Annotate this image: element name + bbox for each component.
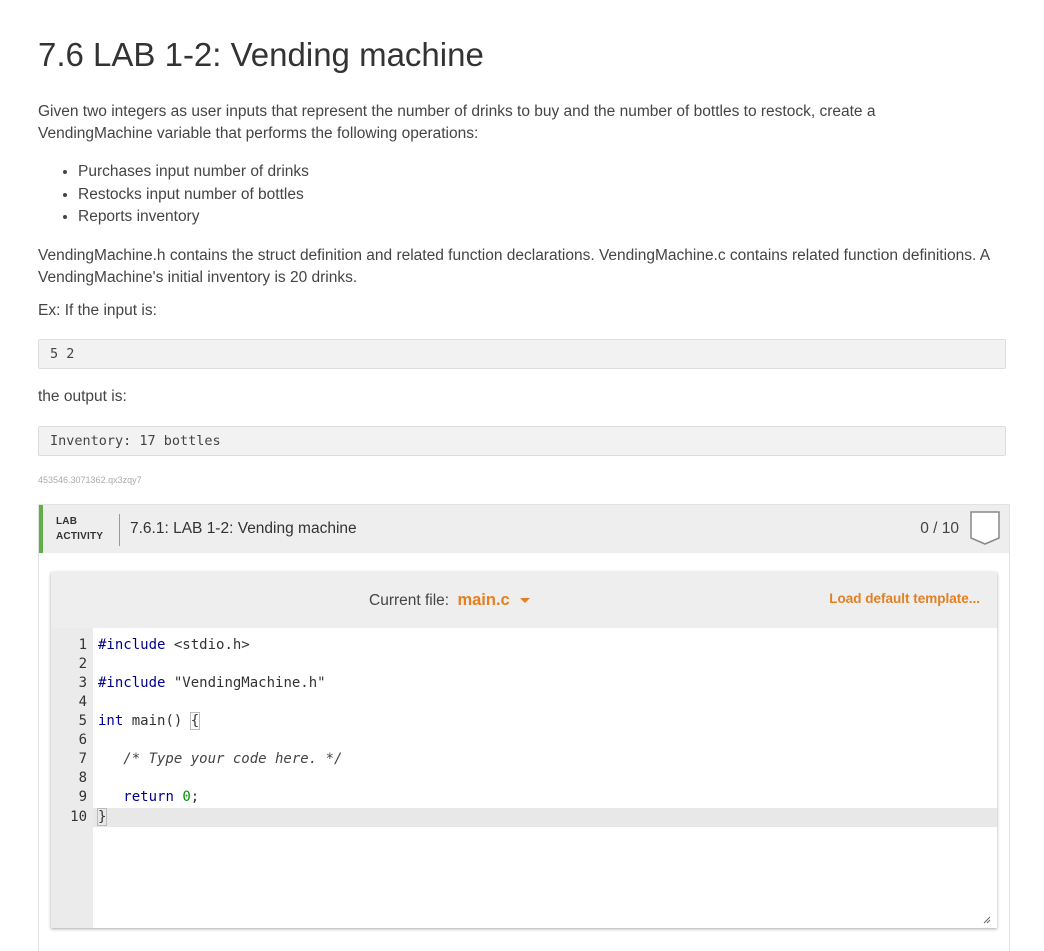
code-editor: Current file: main.c Load default templa… xyxy=(51,572,997,928)
editor-toolbar: Current file: main.c Load default templa… xyxy=(51,572,997,628)
line-number: 3 xyxy=(78,675,87,691)
lab-title: 7.6.1: LAB 1-2: Vending machine xyxy=(130,520,357,537)
current-file-name: main.c xyxy=(457,591,510,609)
lab-tag-line2: ACTIVITY xyxy=(56,531,104,542)
lab-score: 0 / 10 xyxy=(920,520,959,537)
code-line-9: return 0; xyxy=(123,789,200,805)
code-line-3: #include "VendingMachine.h" xyxy=(98,675,326,691)
current-file-selector[interactable]: Current file: main.c xyxy=(369,591,531,610)
completion-badge-icon xyxy=(970,511,1000,545)
resize-handle-icon[interactable] xyxy=(983,916,991,924)
example-output-label: the output is: xyxy=(38,388,127,405)
example-input-box: 5 2 xyxy=(38,339,1006,369)
code-line-10: } xyxy=(96,808,108,826)
activity-identifier: 453546.3071362.qx3zqy7 xyxy=(38,475,142,485)
description-text: VendingMachine.h contains the struct def… xyxy=(38,247,990,286)
lab-activity: LAB ACTIVITY 7.6.1: LAB 1-2: Vending mac… xyxy=(38,504,1010,951)
lab-header: LAB ACTIVITY 7.6.1: LAB 1-2: Vending mac… xyxy=(39,505,1009,553)
example-input-label: Ex: If the input is: xyxy=(38,302,157,319)
code-line-7: /* Type your code here. */ xyxy=(98,751,343,767)
line-number: 7 xyxy=(78,751,87,767)
list-item: Purchases input number of drinks xyxy=(78,161,309,184)
lab-header-divider xyxy=(119,514,120,546)
list-item: Restocks input number of bottles xyxy=(78,184,309,207)
line-number: 1 xyxy=(78,637,87,653)
line-number: 10 xyxy=(70,809,87,825)
operations-list: Purchases input number of drinks Restock… xyxy=(38,161,309,229)
lab-tag-line1: LAB xyxy=(56,516,78,527)
lab-activity-tag: LAB ACTIVITY xyxy=(56,514,103,544)
code-line-1: #include <stdio.h> xyxy=(98,637,250,653)
page-title: 7.6 LAB 1-2: Vending machine xyxy=(38,36,484,73)
chevron-down-icon xyxy=(520,598,531,604)
line-number: 2 xyxy=(78,656,87,672)
line-number: 9 xyxy=(78,789,87,805)
line-number: 4 xyxy=(78,694,87,710)
line-number: 6 xyxy=(78,732,87,748)
list-item: Reports inventory xyxy=(78,206,309,229)
line-number: 5 xyxy=(78,713,87,729)
load-default-template-link[interactable]: Load default template... xyxy=(829,591,980,606)
current-file-label: Current file: xyxy=(369,592,450,609)
code-text-area[interactable]: #include <stdio.h> #include "VendingMach… xyxy=(93,628,997,928)
example-output-box: Inventory: 17 bottles xyxy=(38,426,1006,456)
line-number: 8 xyxy=(78,770,87,786)
code-line-5: int main() { xyxy=(98,712,201,730)
intro-text: Given two integers as user inputs that r… xyxy=(38,103,876,142)
line-number-gutter: 1 2 3 4 5 6 7 8 9 10 xyxy=(51,628,93,928)
